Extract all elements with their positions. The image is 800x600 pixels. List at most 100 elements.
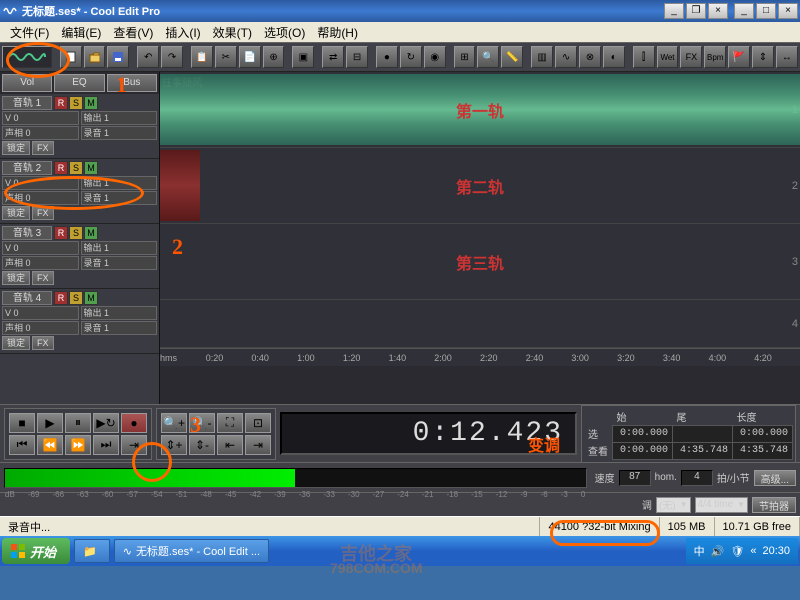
start-button[interactable]: 开始 (2, 538, 70, 564)
track-output[interactable]: 输出 1 (81, 176, 158, 190)
track-mute[interactable]: M (84, 96, 98, 110)
loop-icon[interactable]: ↻ (400, 46, 422, 68)
inner-close-button[interactable]: × (708, 3, 728, 19)
tab-vol[interactable]: Vol (2, 74, 52, 92)
tray-volume-icon[interactable]: 🔊 (711, 545, 725, 558)
track-record-arm[interactable]: R (54, 96, 68, 110)
save-file-icon[interactable] (107, 46, 129, 68)
track-pan[interactable]: 声相 0 (2, 256, 79, 270)
track-volume[interactable]: V 0 (2, 306, 79, 320)
track-solo[interactable]: S (69, 96, 83, 110)
track-fx[interactable]: FX (32, 206, 54, 220)
track-fx[interactable]: FX (32, 336, 54, 350)
track-pan[interactable]: 声相 0 (2, 321, 79, 335)
pause-button[interactable]: ⏸ (65, 413, 91, 433)
zoom-out-h-icon[interactable]: 🔍- (189, 413, 215, 433)
track-lock[interactable]: 锁定 (2, 271, 30, 285)
sel-end[interactable] (673, 425, 733, 442)
track-output[interactable]: 输出 1 (81, 306, 158, 320)
play-loop-button[interactable]: ▶↻ (93, 413, 119, 433)
tempo-bpm[interactable]: 87 (619, 470, 651, 486)
track-pan[interactable]: 声相 0 (2, 126, 79, 140)
redo-icon[interactable]: ↷ (161, 46, 183, 68)
track-lock[interactable]: 锁定 (2, 141, 30, 155)
spectrum-icon[interactable]: ▥ (531, 46, 553, 68)
zoom-right-icon[interactable]: ⇥ (245, 435, 271, 455)
track-volume[interactable]: V 0 (2, 176, 79, 190)
waveform-clip[interactable] (160, 74, 800, 145)
convert-icon[interactable]: ⇄ (322, 46, 344, 68)
key-combo[interactable]: (无)▼ (656, 497, 691, 513)
track-mute[interactable]: M (84, 161, 98, 175)
zoom-sel-icon2[interactable]: ⊡ (245, 413, 271, 433)
restore-button[interactable]: ❐ (686, 3, 706, 19)
track-record-arm[interactable]: R (54, 291, 68, 305)
timeline-area[interactable]: 1往事随风第一轨2音轨 2第二轨3第三轨4 hms0:200:401:001:2… (160, 72, 800, 404)
mono-icon[interactable]: ◉ (424, 46, 446, 68)
track-rec-device[interactable]: 录音 1 (81, 191, 158, 205)
zoom-in-h-icon[interactable]: 🔍+ (161, 413, 187, 433)
track-lane-1[interactable]: 1往事随风第一轨 (160, 72, 800, 148)
phase-icon[interactable]: ⊗ (579, 46, 601, 68)
sel-len[interactable]: 0:00.000 (733, 425, 793, 442)
stop-button[interactable]: ■ (9, 413, 35, 433)
wet-icon[interactable]: Wet (657, 46, 679, 68)
copy-icon[interactable]: 📋 (191, 46, 213, 68)
zoom-full-icon[interactable]: ⛶ (217, 413, 243, 433)
cut-icon[interactable]: ✂ (215, 46, 237, 68)
ruler-icon[interactable]: 📏 (501, 46, 523, 68)
zoom-in-v-icon[interactable]: ⇕+ (161, 435, 187, 455)
pan-icon[interactable]: ◐ (603, 46, 625, 68)
time-ruler[interactable]: hms0:200:401:001:201:402:002:202:403:003… (160, 348, 800, 366)
metronome-button[interactable]: 节拍器 (752, 497, 796, 513)
mode-waveform-button[interactable] (2, 46, 52, 68)
track-volume[interactable]: V 0 (2, 241, 79, 255)
track-name[interactable]: 音轨 2 (2, 161, 52, 175)
trim-icon[interactable]: ▣ (292, 46, 314, 68)
menu-view[interactable]: 查看(V) (107, 22, 159, 43)
tray-chevron-icon[interactable]: « (750, 545, 756, 557)
minimize2-button[interactable]: _ (734, 3, 754, 19)
record-button[interactable]: ● (121, 413, 147, 433)
goto-marker-button[interactable]: ⇥ (121, 435, 147, 455)
tray-clock[interactable]: 20:30 (762, 545, 790, 557)
play-button[interactable]: ▶ (37, 413, 63, 433)
menu-insert[interactable]: 插入(I) (159, 22, 206, 43)
track-mute[interactable]: M (84, 291, 98, 305)
taskbar-item-cooledit[interactable]: ∿无标题.ses* - Cool Edit ... (114, 539, 269, 563)
track-name[interactable]: 音轨 3 (2, 226, 52, 240)
goto-end-button[interactable]: ⏭ (93, 435, 119, 455)
menu-effects[interactable]: 效果(T) (207, 22, 258, 43)
zoom-out-v-icon[interactable]: ⇕- (189, 435, 215, 455)
maximize-button[interactable]: □ (756, 3, 776, 19)
tray-ime-icon[interactable]: 中 (694, 543, 705, 559)
snap-icon[interactable]: ⊞ (454, 46, 476, 68)
track-record-arm[interactable]: R (54, 226, 68, 240)
bpm-icon[interactable]: Bpm (704, 46, 726, 68)
recording-clip[interactable] (160, 150, 200, 221)
track-name[interactable]: 音轨 4 (2, 291, 52, 305)
track-pan[interactable]: 声相 0 (2, 191, 79, 205)
track-solo[interactable]: S (69, 161, 83, 175)
zoom-left-icon[interactable]: ⇤ (217, 435, 243, 455)
track-lane-4[interactable]: 4 (160, 300, 800, 348)
stretch-icon[interactable]: ↔ (776, 46, 798, 68)
zoom-sel-icon[interactable]: 🔍 (477, 46, 499, 68)
punch-icon[interactable]: ● (376, 46, 398, 68)
track-mute[interactable]: M (84, 226, 98, 240)
new-file-icon[interactable] (60, 46, 82, 68)
view-len[interactable]: 4:35.748 (733, 442, 793, 459)
track-solo[interactable]: S (69, 226, 83, 240)
timesig-combo[interactable]: 4/4 time▼ (695, 497, 749, 513)
track-rec-device[interactable]: 录音 1 (81, 256, 158, 270)
menu-options[interactable]: 选项(O) (258, 22, 311, 43)
track-fx[interactable]: FX (32, 141, 54, 155)
rewind-button[interactable]: ⏪ (37, 435, 63, 455)
track-lane-2[interactable]: 2音轨 2第二轨 (160, 148, 800, 224)
track-name[interactable]: 音轨 1 (2, 96, 52, 110)
track-fx[interactable]: FX (32, 271, 54, 285)
marker-icon[interactable]: 🚩 (728, 46, 750, 68)
track-solo[interactable]: S (69, 291, 83, 305)
fx-icon[interactable]: FX (680, 46, 702, 68)
tab-bus[interactable]: Bus (107, 74, 157, 92)
